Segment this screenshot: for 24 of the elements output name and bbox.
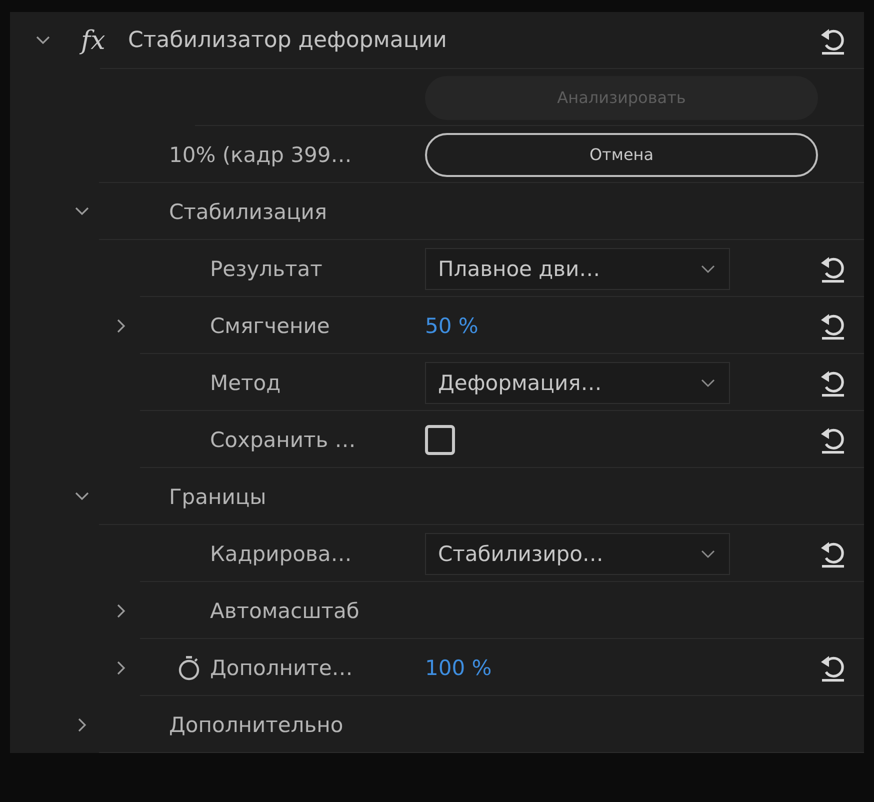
property-label: Сохранить …: [210, 428, 357, 452]
dropdown[interactable]: Плавное дви…: [425, 248, 730, 290]
value-field[interactable]: 50 %: [425, 314, 478, 338]
dropdown[interactable]: Стабилизиро…: [425, 532, 730, 574]
checkbox[interactable]: [425, 424, 455, 454]
stopwatch-icon[interactable]: [178, 654, 200, 680]
property-label: Кадрирова…: [210, 542, 353, 566]
property-label: Дополните…: [210, 656, 354, 680]
fx-icon: fx: [81, 26, 106, 56]
caret-icon: [701, 378, 715, 388]
group-label[interactable]: Стабилизация: [169, 200, 328, 224]
property-label: Смягчение: [210, 314, 331, 338]
property-label: Результат: [210, 256, 324, 280]
property-label: Автомасштаб: [210, 598, 360, 622]
progress-text: 10% (кадр 399…: [169, 142, 353, 166]
value-field[interactable]: 100 %: [425, 656, 492, 680]
caret-icon: [701, 548, 715, 558]
property-label: Метод: [210, 370, 282, 394]
group-label[interactable]: Границы: [169, 484, 266, 508]
caret-icon: [701, 264, 715, 274]
group-label[interactable]: Дополнительно: [169, 712, 344, 736]
cancel-button[interactable]: Отмена: [425, 132, 818, 176]
effect-title: Стабилизатор деформации: [128, 28, 447, 53]
dropdown[interactable]: Деформация…: [425, 362, 730, 404]
